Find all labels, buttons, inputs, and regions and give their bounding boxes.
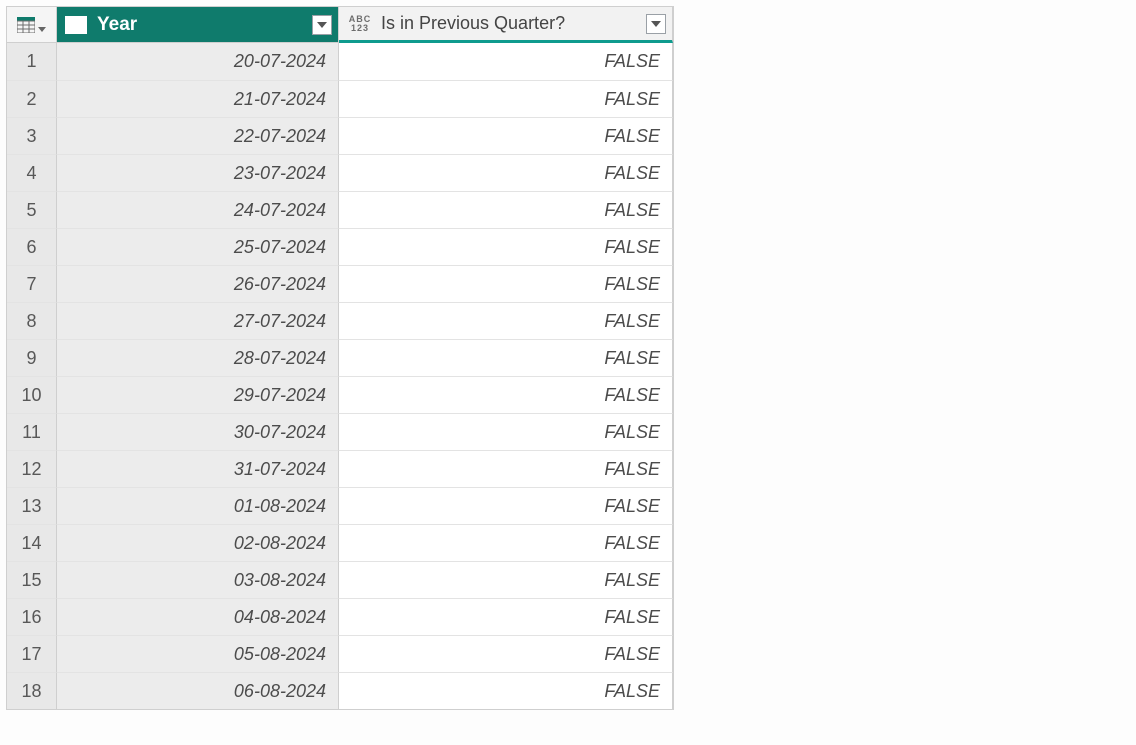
table-row[interactable]: 625-07-2024FALSE: [7, 228, 673, 265]
row-number[interactable]: 17: [7, 635, 57, 672]
table-row[interactable]: 221-07-2024FALSE: [7, 80, 673, 117]
table-row[interactable]: 1705-08-2024FALSE: [7, 635, 673, 672]
table-corner-menu[interactable]: [7, 7, 57, 43]
cell-prev-quarter[interactable]: FALSE: [339, 43, 673, 80]
row-number[interactable]: 15: [7, 561, 57, 598]
table-row[interactable]: 928-07-2024FALSE: [7, 339, 673, 376]
column-header-prev-quarter[interactable]: ABC 123 Is in Previous Quarter?: [339, 7, 673, 43]
row-number[interactable]: 2: [7, 80, 57, 117]
cell-year[interactable]: 26-07-2024: [57, 265, 339, 302]
row-number[interactable]: 6: [7, 228, 57, 265]
row-number[interactable]: 9: [7, 339, 57, 376]
table-row[interactable]: 1130-07-2024FALSE: [7, 413, 673, 450]
cell-prev-quarter[interactable]: FALSE: [339, 524, 673, 561]
table-row[interactable]: 1806-08-2024FALSE: [7, 672, 673, 709]
cell-year[interactable]: 27-07-2024: [57, 302, 339, 339]
cell-prev-quarter[interactable]: FALSE: [339, 228, 673, 265]
cell-year[interactable]: 03-08-2024: [57, 561, 339, 598]
data-preview-table: Year ABC 123 Is in Previous Quarter? 120…: [6, 6, 674, 710]
row-number[interactable]: 12: [7, 450, 57, 487]
cell-prev-quarter[interactable]: FALSE: [339, 80, 673, 117]
cell-prev-quarter[interactable]: FALSE: [339, 672, 673, 709]
cell-year[interactable]: 22-07-2024: [57, 117, 339, 154]
cell-year[interactable]: 04-08-2024: [57, 598, 339, 635]
column-filter-button-year[interactable]: [312, 15, 332, 35]
row-number[interactable]: 14: [7, 524, 57, 561]
row-number[interactable]: 13: [7, 487, 57, 524]
cell-year[interactable]: 28-07-2024: [57, 339, 339, 376]
column-filter-button-prev[interactable]: [646, 14, 666, 34]
cell-year[interactable]: 30-07-2024: [57, 413, 339, 450]
cell-prev-quarter[interactable]: FALSE: [339, 487, 673, 524]
cell-year[interactable]: 31-07-2024: [57, 450, 339, 487]
cell-year[interactable]: 05-08-2024: [57, 635, 339, 672]
cell-year[interactable]: 01-08-2024: [57, 487, 339, 524]
column-header-label: Is in Previous Quarter?: [381, 13, 640, 34]
table-row[interactable]: 1231-07-2024FALSE: [7, 450, 673, 487]
chevron-down-icon: [651, 21, 661, 27]
table-row[interactable]: 524-07-2024FALSE: [7, 191, 673, 228]
cell-prev-quarter[interactable]: FALSE: [339, 302, 673, 339]
cell-prev-quarter[interactable]: FALSE: [339, 265, 673, 302]
row-number[interactable]: 16: [7, 598, 57, 635]
column-header-label: Year: [97, 14, 306, 36]
cell-prev-quarter[interactable]: FALSE: [339, 339, 673, 376]
chevron-down-icon: [317, 22, 327, 28]
row-number[interactable]: 18: [7, 672, 57, 709]
table-header-row: Year ABC 123 Is in Previous Quarter?: [7, 7, 673, 43]
row-number[interactable]: 10: [7, 376, 57, 413]
cell-prev-quarter[interactable]: FALSE: [339, 117, 673, 154]
table-row[interactable]: 120-07-2024FALSE: [7, 43, 673, 80]
table-row[interactable]: 423-07-2024FALSE: [7, 154, 673, 191]
cell-year[interactable]: 29-07-2024: [57, 376, 339, 413]
row-number[interactable]: 11: [7, 413, 57, 450]
row-number[interactable]: 5: [7, 191, 57, 228]
table-row[interactable]: 1503-08-2024FALSE: [7, 561, 673, 598]
cell-prev-quarter[interactable]: FALSE: [339, 413, 673, 450]
cell-year[interactable]: 06-08-2024: [57, 672, 339, 709]
table-row[interactable]: 1301-08-2024FALSE: [7, 487, 673, 524]
table-body: 120-07-2024FALSE221-07-2024FALSE322-07-2…: [7, 43, 673, 709]
table-row[interactable]: 827-07-2024FALSE: [7, 302, 673, 339]
table-row[interactable]: 1604-08-2024FALSE: [7, 598, 673, 635]
cell-prev-quarter[interactable]: FALSE: [339, 191, 673, 228]
cell-prev-quarter[interactable]: FALSE: [339, 450, 673, 487]
row-number[interactable]: 1: [7, 43, 57, 80]
cell-prev-quarter[interactable]: FALSE: [339, 376, 673, 413]
chevron-down-icon: [38, 27, 46, 32]
row-number[interactable]: 4: [7, 154, 57, 191]
cell-year[interactable]: 25-07-2024: [57, 228, 339, 265]
app-canvas: Year ABC 123 Is in Previous Quarter? 120…: [0, 0, 1136, 745]
row-number[interactable]: 7: [7, 265, 57, 302]
column-header-year[interactable]: Year: [57, 7, 339, 43]
table-row[interactable]: 322-07-2024FALSE: [7, 117, 673, 154]
cell-year[interactable]: 21-07-2024: [57, 80, 339, 117]
cell-prev-quarter[interactable]: FALSE: [339, 598, 673, 635]
table-row[interactable]: 1402-08-2024FALSE: [7, 524, 673, 561]
cell-year[interactable]: 23-07-2024: [57, 154, 339, 191]
cell-year[interactable]: 24-07-2024: [57, 191, 339, 228]
row-number[interactable]: 8: [7, 302, 57, 339]
table-row[interactable]: 726-07-2024FALSE: [7, 265, 673, 302]
date-type-icon: [65, 16, 87, 34]
table-row[interactable]: 1029-07-2024FALSE: [7, 376, 673, 413]
any-type-icon: ABC 123: [347, 13, 373, 35]
cell-prev-quarter[interactable]: FALSE: [339, 154, 673, 191]
cell-year[interactable]: 20-07-2024: [57, 43, 339, 80]
cell-prev-quarter[interactable]: FALSE: [339, 561, 673, 598]
table-icon: [17, 17, 35, 33]
cell-year[interactable]: 02-08-2024: [57, 524, 339, 561]
row-number[interactable]: 3: [7, 117, 57, 154]
cell-prev-quarter[interactable]: FALSE: [339, 635, 673, 672]
